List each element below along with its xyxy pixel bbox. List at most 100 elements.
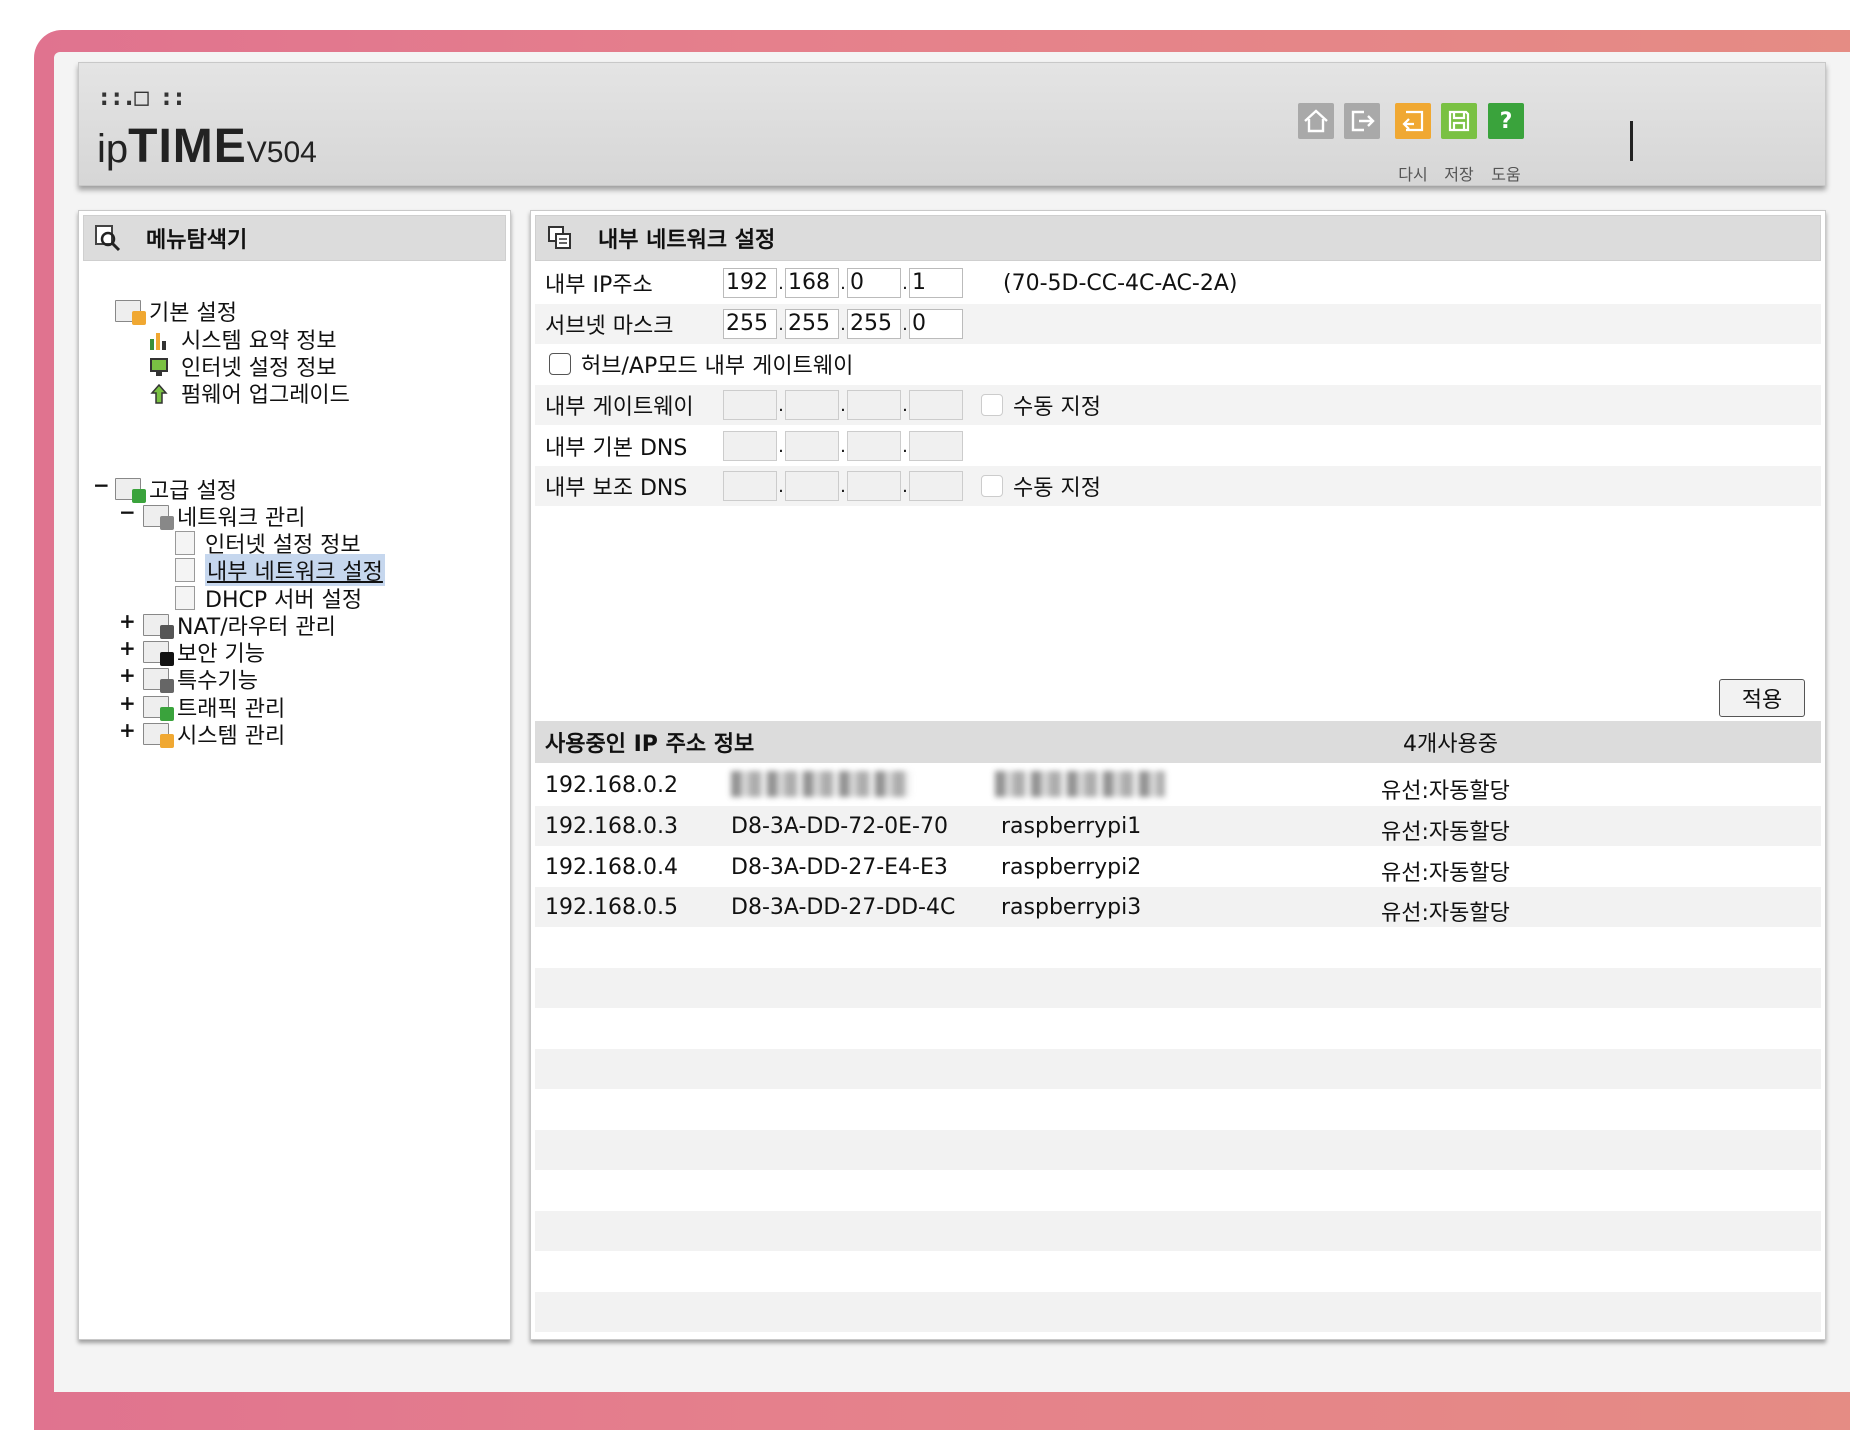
expand-toggle[interactable]: + [119,718,136,742]
dns2-octet-4[interactable] [909,471,963,501]
row-mac: D8-3A-DD-27-DD-4C [731,895,956,920]
octet-separator: . [840,313,846,335]
ip-address-input: 192. 168. 0. 1 [723,268,963,298]
redacted-hostname [995,771,1165,803]
subnet-mask-input: 255. 255. 255. 0 [723,309,963,339]
empty-row [535,1252,1821,1292]
router-folder-icon [143,614,174,639]
octet-separator: . [840,475,846,497]
ip-octet-1[interactable]: 192 [723,268,777,298]
row-type: 유선:자동할당 [1381,901,1510,926]
dns1-octet-3[interactable] [847,431,901,461]
apply-button[interactable]: 적용 [1719,679,1805,717]
dns2-octet-3[interactable] [847,471,901,501]
row-type: 유선:자동할당 [1381,861,1510,886]
gateway-manual-checkbox[interactable] [981,394,1003,416]
expand-toggle[interactable]: + [119,636,136,660]
logout-icon[interactable] [1344,103,1380,139]
collapse-toggle[interactable]: − [119,500,136,524]
row-ip: 192.168.0.3 [545,814,678,839]
logo-ip: ip [97,127,129,171]
dns2-octet-2[interactable] [785,471,839,501]
row-mac: D8-3A-DD-72-0E-70 [731,814,948,839]
menu-title-text: 메뉴탐색기 [146,228,248,253]
search-icon [94,224,122,252]
tree-firmware-upgrade[interactable]: 펌웨어 업그레이드 [147,377,350,409]
lock-folder-icon [143,641,174,666]
table-row: 192.168.0.5 D8-3A-DD-27-DD-4C raspberryp… [535,887,1821,927]
octet-separator: . [902,435,908,457]
folder-icon [115,300,146,325]
ip-label: 내부 IP주소 [545,273,653,298]
subnet-octet-4[interactable]: 0 [909,309,963,339]
row-type: 유선:자동할당 [1381,820,1510,845]
header-separator [1630,121,1633,161]
row-ip: 192.168.0.2 [545,773,678,798]
empty-row [535,928,1821,968]
page-icon [175,558,195,582]
collapse-toggle[interactable]: − [93,473,110,497]
lan-settings-title-text: 내부 네트워크 설정 [598,228,776,253]
mac-address: (70-5D-CC-4C-AC-2A) [1003,270,1238,296]
octet-separator: . [778,475,784,497]
expand-toggle[interactable]: + [119,663,136,687]
hub-mode-checkbox[interactable] [549,353,571,375]
dns1-octet-2[interactable] [785,431,839,461]
help-icon[interactable]: ? [1488,103,1524,139]
menu-explorer-title: 메뉴탐색기 [83,215,506,261]
subnet-octet-3[interactable]: 255 [847,309,901,339]
table-row: 192.168.0.2 유선:자동할당 [535,765,1821,805]
table-row: 192.168.0.4 D8-3A-DD-27-E4-E3 raspberryp… [535,847,1821,887]
dns1-row: 내부 기본 DNS . . . [535,426,1821,466]
upgrade-icon [147,381,171,405]
monitor-icon [147,354,171,378]
ip-usage-count: 4개사용중 [1403,732,1498,757]
row-hostname: raspberrypi3 [1001,895,1142,920]
logo-time: TIME [128,120,247,173]
back-label[interactable]: 다시 [1388,161,1438,185]
ip-usage-title: 사용중인 IP 주소 정보 [545,732,755,757]
back-icon[interactable] [1395,103,1431,139]
octet-separator: . [840,272,846,294]
octet-separator: . [778,272,784,294]
menu-explorer-panel: 메뉴탐색기 기본 설정 시스템 요약 정보 인터넷 설정 정보 펌웨어 업그레이… [78,210,511,1340]
save-icon[interactable] [1441,103,1477,139]
empty-row [535,1130,1821,1170]
gateway-label: 내부 게이트웨이 [545,395,694,420]
subnet-octet-1[interactable]: 255 [723,309,777,339]
tree-system-management[interactable]: 시스템 관리 [143,718,285,750]
octet-separator: . [778,435,784,457]
save-label[interactable]: 저장 [1434,161,1484,185]
gateway-octet-4[interactable] [909,390,963,420]
traffic-folder-icon [143,696,174,721]
ip-octet-4[interactable]: 1 [909,268,963,298]
octet-separator: . [778,394,784,416]
subnet-octet-2[interactable]: 255 [785,309,839,339]
empty-row [535,1009,1821,1049]
hub-mode-label: 허브/AP모드 내부 게이트웨이 [581,354,854,379]
logo-dots: ::.□ :: [97,83,186,111]
gateway-octet-2[interactable] [785,390,839,420]
expand-toggle[interactable]: + [119,691,136,715]
gateway-octet-1[interactable] [723,390,777,420]
dns1-octet-1[interactable] [723,431,777,461]
expand-toggle[interactable]: + [119,609,136,633]
octet-separator: . [840,435,846,457]
logo-model: V504 [246,136,317,169]
dns1-octet-4[interactable] [909,431,963,461]
gateway-row: 내부 게이트웨이 . . . 수동 지정 [535,385,1821,425]
row-ip: 192.168.0.5 [545,895,678,920]
dns-manual-checkbox[interactable] [981,475,1003,497]
ip-octet-2[interactable]: 168 [785,268,839,298]
home-icon[interactable] [1298,103,1334,139]
octet-separator: . [840,394,846,416]
ip-octet-3[interactable]: 0 [847,268,901,298]
tree-label: 시스템 관리 [177,724,286,749]
dns2-octet-1[interactable] [723,471,777,501]
page-icon [175,531,195,555]
help-label[interactable]: 도움 [1481,161,1531,185]
lan-settings-title: 내부 네트워크 설정 [535,215,1821,261]
ip-usage-header: 사용중인 IP 주소 정보 4개사용중 [535,721,1821,763]
gateway-octet-3[interactable] [847,390,901,420]
dns1-label: 내부 기본 DNS [545,436,688,461]
